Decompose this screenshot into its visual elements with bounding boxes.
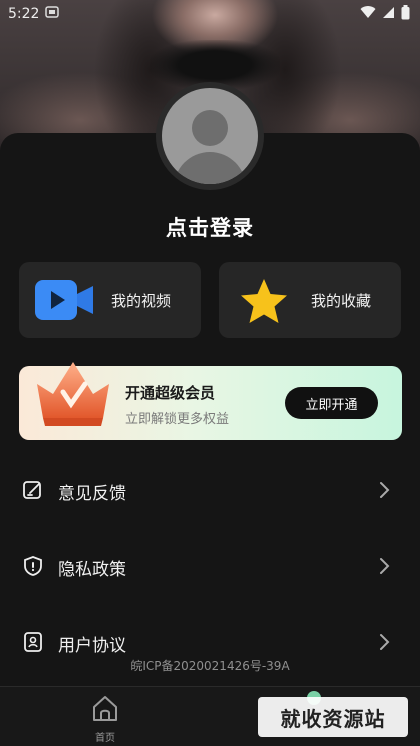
my-videos-label: 我的视频 bbox=[111, 292, 172, 310]
my-favorites-label: 我的收藏 bbox=[311, 292, 372, 310]
agreement-icon bbox=[24, 632, 42, 652]
my-videos-card[interactable]: 我的视频 bbox=[19, 262, 201, 338]
crown-icon bbox=[37, 362, 109, 426]
battery-icon bbox=[401, 4, 410, 24]
vip-subtitle: 立即解锁更多权益 bbox=[125, 412, 230, 427]
avatar[interactable] bbox=[156, 82, 264, 190]
default-avatar-icon bbox=[162, 88, 258, 184]
shield-icon bbox=[24, 556, 42, 576]
status-bar: 5:22 bbox=[0, 0, 420, 28]
home-icon bbox=[93, 696, 117, 721]
menu-item-agreement[interactable]: 用户协议 bbox=[0, 622, 420, 662]
star-icon bbox=[241, 279, 287, 323]
chevron-right-icon bbox=[380, 634, 390, 650]
vip-title: 开通超级会员 bbox=[125, 384, 216, 402]
menu-item-label: 用户协议 bbox=[58, 636, 126, 656]
menu-item-feedback[interactable]: 意见反馈 bbox=[0, 470, 420, 510]
menu-item-label: 意见反馈 bbox=[58, 484, 126, 504]
notification-icon bbox=[45, 6, 60, 22]
signal-icon bbox=[382, 6, 395, 23]
vip-activate-button[interactable]: 立即开通 bbox=[285, 387, 378, 419]
wifi-icon bbox=[360, 5, 376, 23]
menu-item-label: 隐私政策 bbox=[58, 560, 126, 580]
my-favorites-card[interactable]: 我的收藏 bbox=[219, 262, 401, 338]
menu-item-privacy[interactable]: 隐私政策 bbox=[0, 546, 420, 586]
login-link[interactable]: 点击登录 bbox=[0, 212, 420, 242]
icp-license-text: 皖ICP备2020021426号-39A bbox=[130, 659, 290, 673]
vip-banner[interactable]: 开通超级会员 立即解锁更多权益 立即开通 bbox=[19, 362, 402, 440]
status-time: 5:22 bbox=[8, 6, 40, 22]
tab-home-label: 首页 bbox=[95, 733, 115, 744]
chevron-right-icon bbox=[380, 482, 390, 498]
watermark-overlay: 就收资源站 bbox=[258, 697, 408, 737]
video-camera-icon bbox=[35, 280, 93, 320]
feedback-edit-icon bbox=[23, 481, 41, 499]
tab-home[interactable]: 首页 bbox=[80, 691, 130, 744]
chevron-right-icon bbox=[380, 558, 390, 574]
